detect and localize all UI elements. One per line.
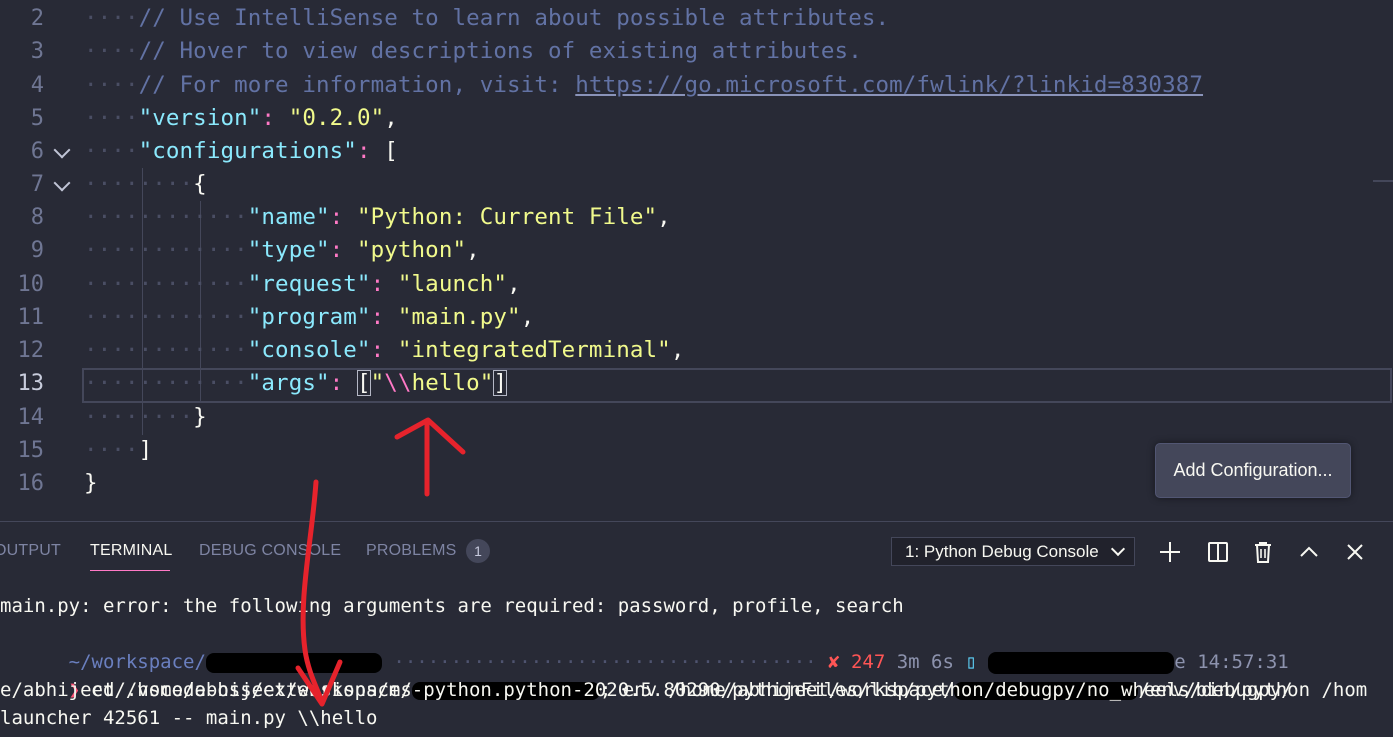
- add-configuration-button[interactable]: Add Configuration...: [1155, 443, 1351, 498]
- bracket-match-close: ]: [493, 370, 508, 396]
- code-line[interactable]: 8 ············"name": "Python: Current F…: [0, 201, 1393, 234]
- trash-icon[interactable]: [1251, 540, 1275, 564]
- json-value: "python": [356, 237, 467, 263]
- code-line[interactable]: 2 ····// Use IntelliSense to learn about…: [0, 2, 1393, 35]
- json-key: "request": [247, 271, 371, 297]
- code-line[interactable]: 14 ········}: [0, 401, 1393, 434]
- line-number: 2: [30, 6, 44, 31]
- line-number: 13: [17, 371, 45, 396]
- code-line[interactable]: 7 ········{: [0, 168, 1393, 201]
- json-value: "integratedTerminal": [397, 337, 671, 363]
- overview-ruler: [1373, 180, 1393, 182]
- line-number: 6: [30, 139, 44, 164]
- escape-sequence: \\: [384, 370, 412, 396]
- fold-chevron-icon[interactable]: [53, 141, 71, 159]
- code-editor[interactable]: 2 ····// Use IntelliSense to learn about…: [0, 0, 1393, 520]
- json-key: "args": [247, 370, 330, 396]
- code-line[interactable]: 11 ············"program": "main.py",: [0, 301, 1393, 334]
- tab-terminal[interactable]: TERMINAL: [90, 542, 173, 560]
- terminal-prompt-status-line: ~/workspace/ ···························…: [68, 651, 1289, 674]
- json-key: "version": [138, 105, 262, 131]
- line-number: 10: [17, 272, 45, 297]
- problems-count-badge: 1: [466, 539, 490, 563]
- close-icon[interactable]: [1343, 540, 1367, 564]
- line-number: 8: [30, 205, 44, 230]
- comment-text: // Use IntelliSense to learn about possi…: [138, 5, 890, 31]
- comment-text: // Hover to view descriptions of existin…: [138, 38, 862, 64]
- split-terminal-icon[interactable]: [1206, 540, 1230, 564]
- code-line[interactable]: 6 ····"configurations": [: [0, 135, 1393, 168]
- active-tab-indicator: [90, 570, 170, 571]
- chevron-up-icon[interactable]: [1297, 540, 1321, 564]
- terminal-line: launcher 42561 -- main.py \\hello: [0, 707, 378, 729]
- line-number: 9: [30, 238, 44, 263]
- json-key: "name": [247, 204, 330, 230]
- terminal-output[interactable]: main.py: error: the following arguments …: [0, 592, 1393, 732]
- json-key: "configurations": [138, 138, 357, 164]
- json-key: "type": [247, 237, 330, 263]
- line-number: 15: [17, 438, 45, 463]
- chevron-down-icon: [1110, 541, 1126, 557]
- code-line[interactable]: 4 ····// For more information, visit: ht…: [0, 69, 1393, 102]
- terminal-select-dropdown[interactable]: 1: Python Debug Console: [891, 537, 1135, 566]
- docs-link[interactable]: https://go.microsoft.com/fwlink/?linkid=…: [575, 72, 1203, 98]
- tab-debug-console[interactable]: DEBUG CONSOLE: [199, 542, 341, 560]
- line-number: 5: [30, 106, 44, 131]
- code-line[interactable]: 12 ············"console": "integratedTer…: [0, 334, 1393, 367]
- line-number: 3: [30, 39, 44, 64]
- json-key: "console": [247, 337, 371, 363]
- new-terminal-plus-icon[interactable]: [1158, 540, 1182, 564]
- code-line[interactable]: 5 ····"version": "0.2.0",: [0, 102, 1393, 135]
- json-key: "program": [247, 304, 371, 330]
- line-number: 16: [17, 471, 45, 496]
- terminal-select-value: 1: Python Debug Console: [905, 541, 1099, 561]
- code-line-current[interactable]: 13 ············"args": ["\\hello"]: [0, 367, 1393, 400]
- terminal-line: main.py: error: the following arguments …: [0, 595, 904, 617]
- line-number: 14: [17, 405, 45, 430]
- terminal-line: e/abhijeet/.vscode-oss/extensions/ms-pyt…: [0, 679, 1293, 701]
- line-number: 11: [17, 305, 45, 330]
- bracket-match-open: [: [356, 370, 371, 396]
- line-number: 7: [30, 172, 44, 197]
- code-line[interactable]: 10 ············"request": "launch",: [0, 268, 1393, 301]
- terminal-command-line: ❯ cd /home/abhijeet/workspace/; env /hom…: [68, 679, 1368, 701]
- tab-output[interactable]: OUTPUT: [0, 542, 61, 560]
- fold-chevron-icon[interactable]: [53, 174, 71, 192]
- code-line[interactable]: 9 ············"type": "python",: [0, 234, 1393, 267]
- line-number: 4: [30, 73, 44, 98]
- bottom-panel: OUTPUT TERMINAL DEBUG CONSOLE PROBLEMS 1…: [0, 522, 1393, 737]
- json-value: "launch": [397, 271, 508, 297]
- code-line[interactable]: 3 ····// Hover to view descriptions of e…: [0, 35, 1393, 68]
- json-value: "Python: Current File": [356, 204, 658, 230]
- line-number: 12: [17, 338, 45, 363]
- tab-problems[interactable]: PROBLEMS: [366, 542, 457, 560]
- comment-text: // For more information, visit:: [138, 72, 576, 98]
- json-value: "0.2.0": [288, 105, 385, 131]
- json-value: "main.py": [397, 304, 521, 330]
